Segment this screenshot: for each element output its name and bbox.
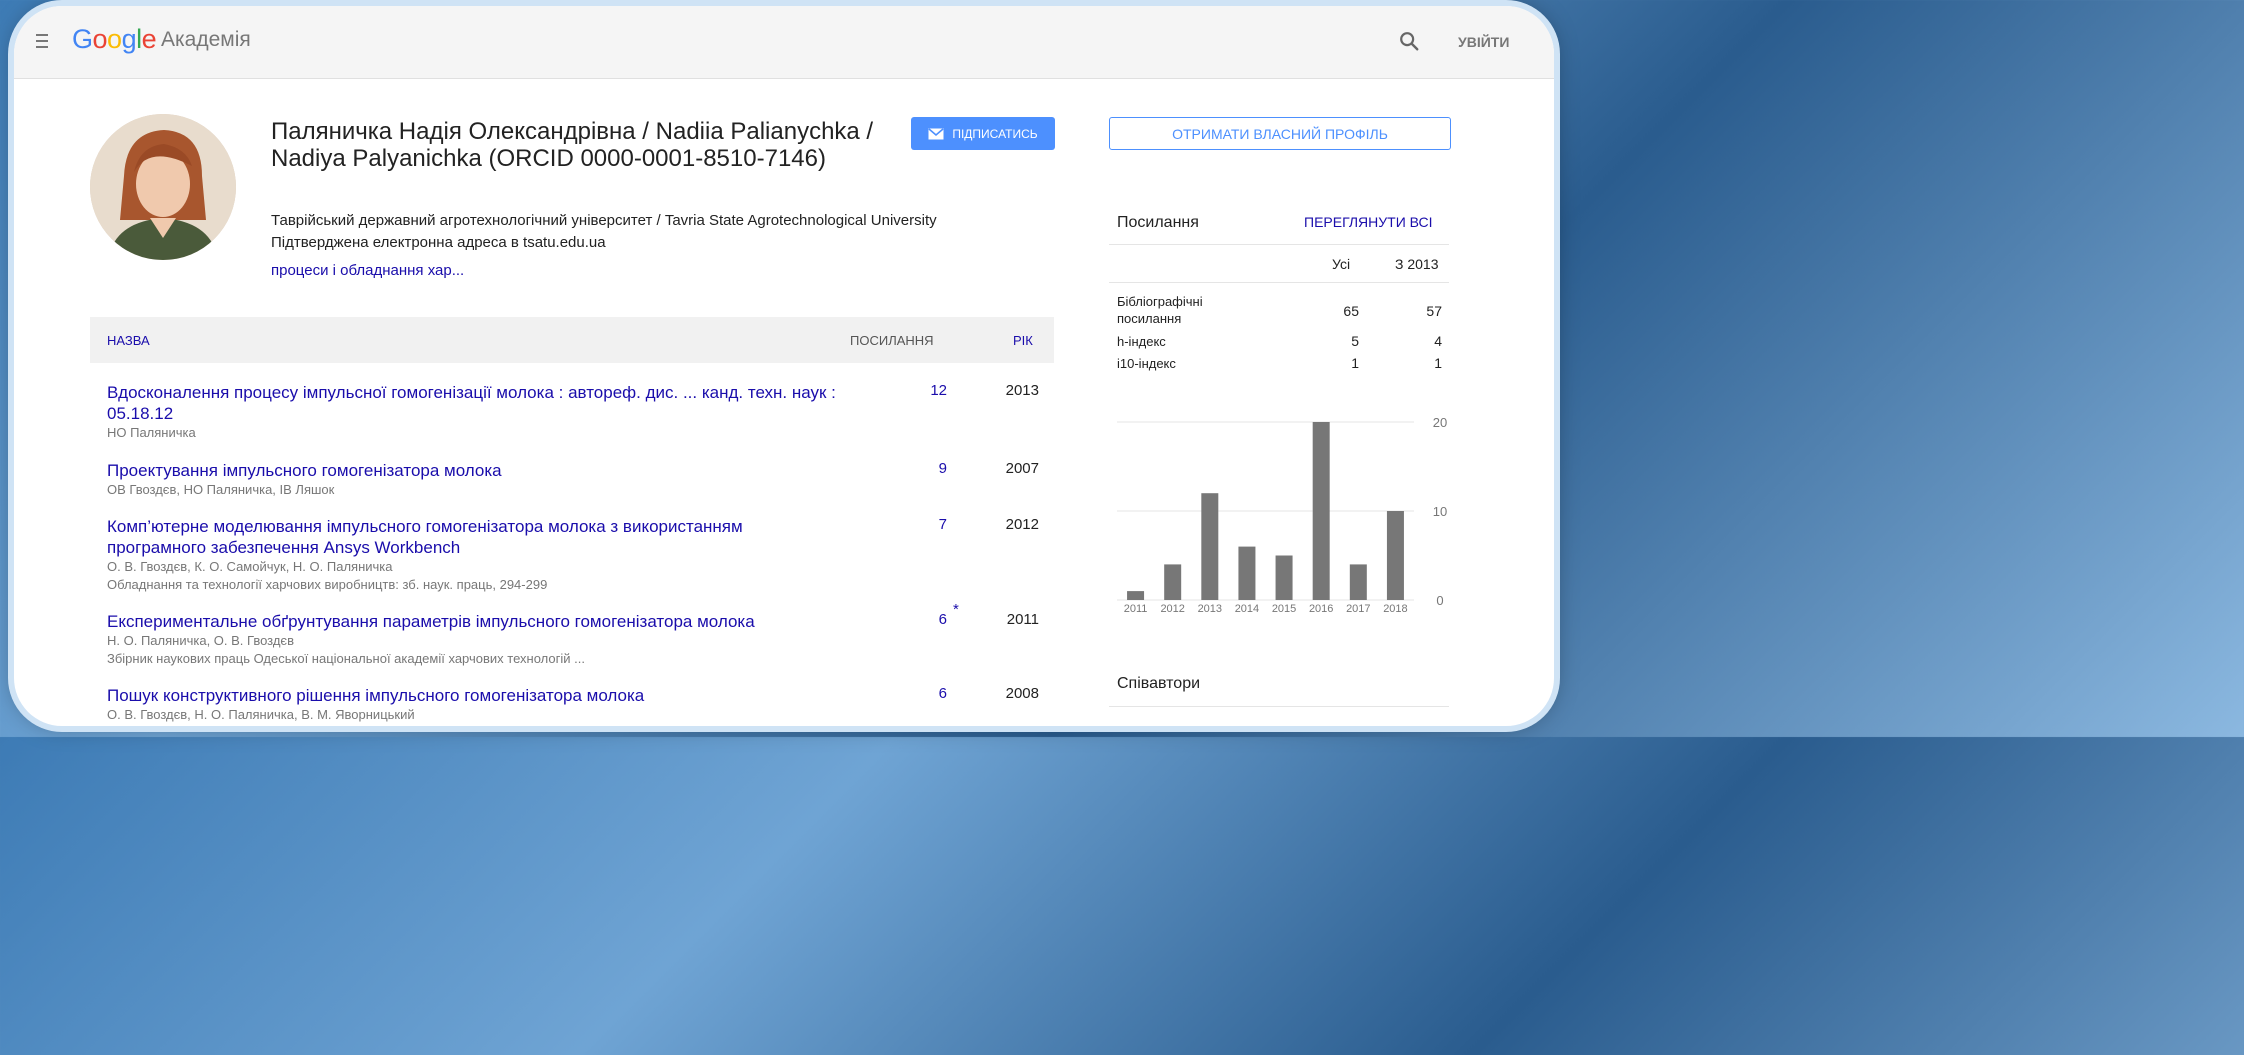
col-title-sort[interactable]: НАЗВА xyxy=(107,333,150,348)
follow-label: ПІДПИСАТИСЬ xyxy=(952,126,1038,141)
chart-bar[interactable] xyxy=(1312,422,1330,600)
divider xyxy=(1109,282,1449,283)
article-year: 2007 xyxy=(1005,460,1039,477)
top-bar: Google Академія УВІЙТИ xyxy=(14,6,1554,79)
divider xyxy=(1109,244,1449,245)
chart-bar[interactable] xyxy=(1386,511,1404,600)
chart-x-tick-label: 2015 xyxy=(1272,603,1296,615)
metric-citations-since: 57 xyxy=(1426,303,1442,319)
cited-by-link[interactable]: 9 xyxy=(897,460,947,477)
divider xyxy=(1109,706,1449,707)
profile-name: Паляничка Надія Олександрівна / Nadiia P… xyxy=(271,118,874,172)
mail-icon xyxy=(928,127,944,139)
affiliation: Таврійський державний агротехнологічний … xyxy=(271,212,937,229)
cited-by-link[interactable]: 6 xyxy=(897,685,947,702)
article-authors: ОВ Гвоздєв, НО Паляничка, ІВ Ляшок xyxy=(107,482,335,497)
article-source: Обладнання та технології харчових виробн… xyxy=(107,577,548,592)
article-authors: О. В. Гвоздєв, К. О. Самойчук, Н. О. Пал… xyxy=(107,559,393,574)
article-title-link[interactable]: Комп’ютерне моделювання імпульсного гомо… xyxy=(107,516,842,558)
col-cited-sort[interactable]: ПОСИЛАННЯ xyxy=(850,333,934,348)
get-profile-button[interactable]: ОТРИМАТИ ВЛАСНИЙ ПРОФІЛЬ xyxy=(1109,117,1451,150)
chart-bar[interactable] xyxy=(1127,591,1145,600)
article-title-link[interactable]: Експериментальне обґрунтування параметрі… xyxy=(107,611,842,632)
article-authors: Н. О. Паляничка, О. В. Гвоздєв xyxy=(107,633,294,648)
cited-by-link[interactable]: 7 xyxy=(897,516,947,533)
chart-x-tick-label: 2013 xyxy=(1198,603,1222,615)
chart-x-tick-label: 2016 xyxy=(1309,603,1333,615)
cited-by-link[interactable]: 12 xyxy=(897,382,947,399)
chart-bar[interactable] xyxy=(1164,564,1182,600)
metric-hindex-since: 4 xyxy=(1434,333,1442,349)
view-all-link[interactable]: ПЕРЕГЛЯНУТИ ВСІ xyxy=(1304,214,1433,230)
article-authors: НО Паляничка xyxy=(107,425,196,440)
coauthors-title: Співавтори xyxy=(1117,675,1201,692)
metric-label-citations: Бібліографічні посилання xyxy=(1117,294,1203,326)
profile-photo xyxy=(90,114,236,260)
metric-label-i10index: i10-індекс xyxy=(1117,356,1176,371)
chart-bar[interactable] xyxy=(1201,493,1219,600)
chart-x-tick-label: 2017 xyxy=(1346,603,1370,615)
chart-bar[interactable] xyxy=(1349,564,1367,600)
metric-i10-since: 1 xyxy=(1434,355,1442,371)
metric-hindex-all: 5 xyxy=(1351,333,1359,349)
cited-by-link[interactable]: 6 xyxy=(897,611,947,628)
chart-y-tick-label: 10 xyxy=(1433,504,1447,519)
chart-y-tick-label: 0 xyxy=(1436,593,1443,608)
article-title-link[interactable]: Пошук конструктивного рішення імпульсног… xyxy=(107,685,842,706)
citations-title: Посилання xyxy=(1117,214,1199,231)
google-logo[interactable]: Google xyxy=(72,24,157,55)
chart-x-tick-label: 2014 xyxy=(1235,603,1259,615)
chart-x-tick-label: 2011 xyxy=(1124,603,1148,615)
table-header: НАЗВА ПОСИЛАННЯ РІК xyxy=(90,317,1054,363)
article-title-link[interactable]: Вдосконалення процесу імпульсної гомоген… xyxy=(107,382,842,424)
metrics-col-all: Усі xyxy=(1332,256,1351,272)
metric-i10-all: 1 xyxy=(1351,355,1359,371)
chart-x-tick-label: 2012 xyxy=(1160,603,1184,615)
search-icon[interactable] xyxy=(1398,30,1420,52)
article-year: 2013 xyxy=(1005,382,1039,399)
follow-button[interactable]: ПІДПИСАТИСЬ xyxy=(911,117,1055,150)
chart-x-tick-label: 2018 xyxy=(1383,603,1407,615)
citations-bar-chart: 20 10 0 2011 2012 2013 2014 2015 2016 2017 2018 xyxy=(1117,415,1447,615)
article-authors: О. В. Гвоздєв, Н. О. Паляничка, В. М. Яв… xyxy=(107,707,415,722)
col-year-sort[interactable]: РІК xyxy=(1013,333,1033,348)
product-name[interactable]: Академія xyxy=(161,28,251,52)
article-year: 2011 xyxy=(1006,611,1039,628)
chart-bar[interactable] xyxy=(1275,555,1293,601)
signin-button[interactable]: УВІЙТИ xyxy=(1458,34,1509,50)
article-source: Збірник наукових праць Одеської націонал… xyxy=(107,651,585,666)
verified-email: Підтверджена електронна адреса в tsatu.e… xyxy=(271,234,606,251)
research-interest-link[interactable]: процеси і обладнання хар... xyxy=(271,262,464,279)
article-title-link[interactable]: Проектування імпульсного гомогенізатора … xyxy=(107,460,842,481)
chart-y-tick-label: 20 xyxy=(1433,415,1447,430)
merged-citations-star[interactable]: * xyxy=(953,601,959,618)
chart-bar[interactable] xyxy=(1238,546,1256,600)
metric-label-hindex: h-індекс xyxy=(1117,334,1166,349)
avatar xyxy=(90,114,236,260)
metric-citations-all: 65 xyxy=(1343,303,1359,319)
article-year: 2008 xyxy=(1005,685,1039,702)
menu-icon[interactable] xyxy=(36,34,48,48)
metrics-col-since: З 2013 xyxy=(1395,256,1439,272)
article-year: 2012 xyxy=(1005,516,1039,533)
scholar-window: Google Академія УВІЙТИ Паляничка Надія О… xyxy=(14,6,1554,726)
